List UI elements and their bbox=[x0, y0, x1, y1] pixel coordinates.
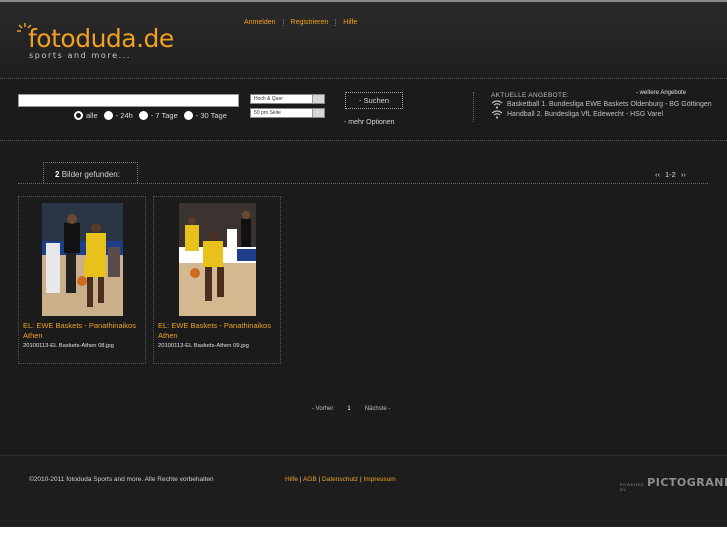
pager-range: 1-2 bbox=[665, 170, 676, 179]
image-title-link[interactable]: EL: EWE Baskets - Panathinaikos Athen bbox=[158, 321, 280, 341]
powered-by-label: POWERED BY bbox=[620, 482, 645, 492]
radio-icon bbox=[183, 111, 193, 120]
logo[interactable]: fotoduda.de sports and more... bbox=[17, 20, 177, 65]
result-count: 2 bbox=[55, 170, 60, 179]
result-count-label: Bilder gefunden: bbox=[61, 170, 120, 179]
footer-imprint-link[interactable]: Impressum bbox=[363, 476, 395, 483]
live-signal-icon bbox=[491, 100, 503, 109]
offer-item[interactable]: Handball 2. Bundesliga VfL Edewecht - HS… bbox=[491, 110, 663, 119]
offer-item[interactable]: Basketball 1. Bundesliga EWE Baskets Old… bbox=[491, 100, 712, 109]
date-filter-group: alle - 24h - 7 Tage - 30 Tage bbox=[74, 111, 227, 120]
divider bbox=[0, 78, 727, 79]
image-card[interactable]: EL: EWE Baskets - Panathinaikos Athen 20… bbox=[18, 196, 146, 364]
nav-register-link[interactable]: Registrieren bbox=[282, 19, 336, 26]
powered-by-logo[interactable]: POWERED BY PICTOGRANDE bbox=[620, 476, 727, 492]
offers-title: AKTUELLE ANGEBOTE: bbox=[491, 92, 570, 99]
more-options-link[interactable]: - mehr Optionen bbox=[344, 119, 395, 126]
image-filename: 20100113-EL Baskets-Athen 08.jpg bbox=[23, 343, 114, 349]
filter-all-radio[interactable]: alle bbox=[74, 111, 98, 120]
copyright-text: ©2010-2011 fotoduda Sports and more. All… bbox=[29, 476, 214, 483]
pictogrande-brand: PICTOGRANDE bbox=[647, 476, 727, 489]
offer-text: Basketball 1. Bundesliga EWE Baskets Old… bbox=[507, 101, 712, 108]
nav-help-link[interactable]: Hilfe bbox=[335, 19, 364, 26]
photo-thumbnail[interactable] bbox=[42, 203, 123, 316]
radio-checked-icon bbox=[74, 111, 83, 120]
divider bbox=[0, 140, 727, 141]
image-card[interactable]: EL: EWE Baskets - Panathinaikos Athen 20… bbox=[153, 196, 281, 364]
per-page-select[interactable]: 50 pro Seite bbox=[250, 108, 325, 118]
footer-terms-link[interactable]: AGB bbox=[303, 476, 317, 483]
logo-tagline: sports and more... bbox=[29, 51, 132, 60]
radio-icon bbox=[138, 111, 148, 120]
top-nav: Anmelden Registrieren Hilfe bbox=[244, 19, 364, 26]
format-select-value: Hoch & Quer bbox=[254, 96, 283, 102]
footer: ©2010-2011 fotoduda Sports and more. All… bbox=[0, 455, 727, 527]
pager-current-page[interactable]: 1 bbox=[347, 406, 350, 412]
pager-next-icon[interactable]: ›› bbox=[681, 170, 686, 179]
filter-30days-radio[interactable]: - 30 Tage bbox=[183, 111, 227, 120]
footer-help-link[interactable]: Hilfe bbox=[285, 476, 298, 483]
pager-bottom: - Vorher 1 Nächste - bbox=[312, 406, 390, 412]
header: fotoduda.de sports and more... Anmelden … bbox=[0, 0, 727, 78]
pager-top: ‹‹ 1-2 ›› bbox=[655, 170, 686, 179]
footer-privacy-link[interactable]: Datenschutz bbox=[322, 476, 358, 483]
filter-label: alle bbox=[86, 111, 98, 120]
offer-text: Handball 2. Bundesliga VfL Edewecht - HS… bbox=[507, 111, 664, 118]
radio-icon bbox=[103, 111, 113, 120]
divider bbox=[18, 183, 708, 184]
logo-text: fotoduda.de bbox=[28, 24, 174, 53]
filter-label: - 30 Tage bbox=[195, 111, 227, 120]
pager-prev-icon[interactable]: ‹‹ bbox=[655, 170, 660, 179]
pager-prev-link[interactable]: - Vorher bbox=[312, 406, 333, 412]
filter-7days-radio[interactable]: - 7 Tage bbox=[138, 111, 178, 120]
live-signal-icon bbox=[491, 110, 503, 119]
photo-thumbnail[interactable] bbox=[179, 203, 256, 316]
search-button[interactable]: - Suchen bbox=[345, 92, 403, 109]
search-input[interactable] bbox=[18, 94, 239, 107]
filter-label: - 24h bbox=[115, 111, 133, 120]
footer-links: Hilfe | AGB | Datenschutz | Impressum bbox=[285, 476, 396, 483]
format-select[interactable]: Hoch & Quer bbox=[250, 94, 325, 104]
dropdown-arrow-icon bbox=[312, 95, 324, 103]
result-count-tab: 2 Bilder gefunden: bbox=[43, 162, 138, 183]
image-filename: 20100113-EL Baskets-Athen 09.jpg bbox=[158, 343, 249, 349]
pager-next-link[interactable]: Nächste - bbox=[365, 406, 391, 412]
image-title-link[interactable]: EL: EWE Baskets - Panathinaikos Athen bbox=[23, 321, 145, 341]
more-offers-link[interactable]: - weitere Angebote bbox=[636, 90, 686, 96]
nav-login-link[interactable]: Anmelden bbox=[244, 19, 283, 26]
filter-24h-radio[interactable]: - 24h bbox=[103, 111, 133, 120]
divider bbox=[473, 92, 474, 122]
dropdown-arrow-icon bbox=[312, 109, 324, 117]
filter-label: - 7 Tage bbox=[150, 111, 178, 120]
page: fotoduda.de sports and more... Anmelden … bbox=[0, 0, 727, 527]
per-page-select-value: 50 pro Seite bbox=[254, 110, 281, 116]
